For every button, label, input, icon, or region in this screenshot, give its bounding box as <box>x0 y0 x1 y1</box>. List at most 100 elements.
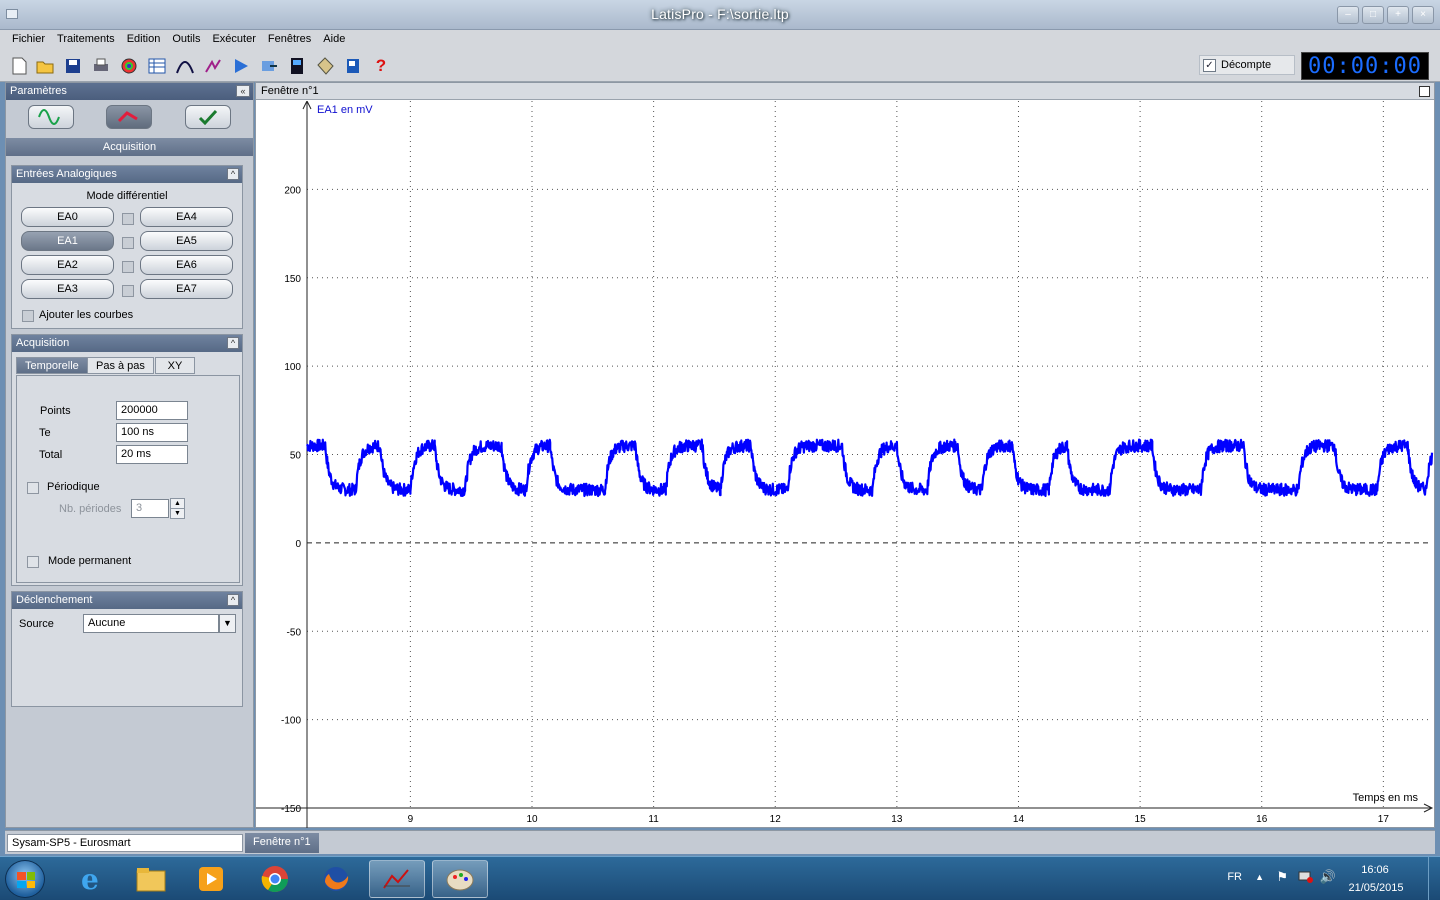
firefox-icon[interactable] <box>308 860 364 898</box>
menu-fenetres[interactable]: Fenêtres <box>262 30 317 49</box>
channel-ea6-button[interactable]: EA6 <box>140 255 233 275</box>
chrome-icon[interactable] <box>247 860 303 898</box>
action-center-flag-icon[interactable]: ⚑ <box>1276 869 1288 885</box>
periodique-label: Périodique <box>47 481 100 493</box>
menu-traitements[interactable]: Traitements <box>51 30 121 49</box>
channel-ea2-button[interactable]: EA2 <box>21 255 114 275</box>
differential-pair-0-4-checkbox[interactable] <box>122 213 134 225</box>
tab-xy[interactable]: XY <box>155 357 195 374</box>
close-button[interactable]: × <box>1412 6 1434 24</box>
save-icon[interactable] <box>61 53 85 79</box>
collapse-panel-button[interactable]: « <box>236 85 250 97</box>
print-icon[interactable] <box>89 53 113 79</box>
channel-ea5-button[interactable]: EA5 <box>140 231 233 251</box>
curve-icon[interactable] <box>173 53 197 79</box>
signal-mode-button[interactable] <box>28 105 75 129</box>
validate-mode-button[interactable] <box>184 105 231 129</box>
trigger-header: Déclenchement ^ <box>12 592 242 609</box>
tab-temporelle[interactable]: Temporelle <box>16 357 88 374</box>
book-icon[interactable] <box>341 53 365 79</box>
menu-outils[interactable]: Outils <box>166 30 206 49</box>
y-tick-label: -150 <box>281 804 301 815</box>
export-icon[interactable] <box>257 53 281 79</box>
trigger-title: Déclenchement <box>16 594 93 606</box>
tab-pas-a-pas[interactable]: Pas à pas <box>87 357 154 374</box>
table-icon[interactable] <box>145 53 169 79</box>
minimize-button[interactable]: – <box>1337 6 1359 24</box>
collapse-trigger[interactable]: ^ <box>227 594 239 606</box>
windows-logo-icon <box>17 872 35 888</box>
maximize-button[interactable]: + <box>1387 6 1409 24</box>
collapse-analog-inputs[interactable]: ^ <box>227 168 239 180</box>
start-button[interactable] <box>5 860 45 898</box>
tag-icon[interactable] <box>313 53 337 79</box>
color-icon[interactable] <box>117 53 141 79</box>
menu-bar: Fichier Traitements Edition Outils Exécu… <box>0 30 1440 49</box>
collapse-acquisition[interactable]: ^ <box>227 337 239 349</box>
mode-permanent-checkbox[interactable] <box>27 556 39 568</box>
media-player-icon[interactable] <box>183 860 239 898</box>
latispro-icon[interactable] <box>369 860 425 898</box>
channel-ea7-button[interactable]: EA7 <box>140 279 233 299</box>
points-input[interactable]: 200000 <box>116 401 188 420</box>
x-tick-label: 16 <box>1256 814 1268 825</box>
nb-periodes-spinner[interactable]: ▲ ▼ <box>170 498 185 519</box>
play-icon[interactable] <box>229 53 253 79</box>
parameters-header: Paramètres « <box>6 83 253 100</box>
help-icon[interactable]: ? <box>369 53 393 79</box>
y-axis-title: EA1 en mV <box>317 104 373 116</box>
differential-pair-3-7-checkbox[interactable] <box>122 285 134 297</box>
maximize-graph-icon[interactable] <box>1419 86 1430 97</box>
channel-ea0-button[interactable]: EA0 <box>21 207 114 227</box>
spin-up-icon[interactable]: ▲ <box>171 499 184 509</box>
differential-pair-1-5-checkbox[interactable] <box>122 237 134 249</box>
acquisition-mode-button[interactable] <box>106 105 153 129</box>
decompte-label: Décompte <box>1221 59 1272 71</box>
network-icon[interactable] <box>1298 870 1314 887</box>
differential-pair-2-6-checkbox[interactable] <box>122 261 134 273</box>
menu-fichier[interactable]: Fichier <box>6 30 51 49</box>
menu-executer[interactable]: Exécuter <box>206 30 261 49</box>
menu-aide[interactable]: Aide <box>317 30 351 49</box>
nb-periodes-label: Nb. périodes <box>59 503 122 515</box>
series-ea1-line[interactable] <box>306 438 1434 498</box>
window-tab[interactable]: Fenêtre n°1 <box>245 833 319 853</box>
modeling-icon[interactable] <box>201 53 225 79</box>
graph-window-header: Fenêtre n°1 <box>256 83 1434 100</box>
ie-icon[interactable]: e <box>62 860 118 898</box>
channel-ea1-button[interactable]: EA1 <box>21 231 114 251</box>
channel-ea3-button[interactable]: EA3 <box>21 279 114 299</box>
clock-time[interactable]: 16:06 <box>1350 864 1400 876</box>
x-tick-label: 11 <box>648 814 659 825</box>
title-bar: LatisPro - F:\sortie.ltp – □ + × <box>0 0 1440 30</box>
acquisition-title: Acquisition <box>16 337 70 349</box>
source-label: Source <box>19 618 54 630</box>
chart-plot[interactable]: 9 10 11 12 13 14 15 16 17 200 150 100 50 0 -50 -100 -150… <box>256 101 1434 828</box>
add-curves-checkbox[interactable] <box>22 310 34 322</box>
show-hidden-icons[interactable]: ▲ <box>1255 872 1264 882</box>
acquisition-header: Acquisition ^ <box>12 335 242 352</box>
source-dropdown-icon[interactable]: ▼ <box>219 614 236 633</box>
open-icon[interactable] <box>33 53 57 79</box>
language-indicator[interactable]: FR <box>1227 871 1242 883</box>
explorer-icon[interactable] <box>123 860 179 898</box>
decompte-check-icon[interactable]: ✓ <box>1203 58 1216 72</box>
new-icon[interactable] <box>7 53 31 79</box>
channel-ea4-button[interactable]: EA4 <box>140 207 233 227</box>
show-desktop-button[interactable] <box>1428 857 1440 900</box>
source-select[interactable]: Aucune <box>83 614 219 633</box>
paint-icon[interactable] <box>432 860 488 898</box>
device-icon[interactable] <box>285 53 309 79</box>
decompte-checkbox[interactable]: ✓ Décompte <box>1199 55 1295 75</box>
timer-display: 00:00:00 <box>1301 52 1429 80</box>
clock-date[interactable]: 21/05/2015 <box>1336 882 1416 894</box>
volume-icon[interactable]: 🔊 <box>1320 869 1336 885</box>
menu-edition[interactable]: Edition <box>121 30 167 49</box>
periodique-checkbox[interactable] <box>27 482 39 494</box>
spin-down-icon[interactable]: ▼ <box>171 509 184 518</box>
total-input[interactable]: 20 ms <box>116 445 188 464</box>
x-tick-label: 9 <box>408 814 414 825</box>
nb-periodes-input[interactable]: 3 <box>131 499 169 518</box>
restore-button[interactable]: □ <box>1362 6 1384 24</box>
te-input[interactable]: 100 ns <box>116 423 188 442</box>
